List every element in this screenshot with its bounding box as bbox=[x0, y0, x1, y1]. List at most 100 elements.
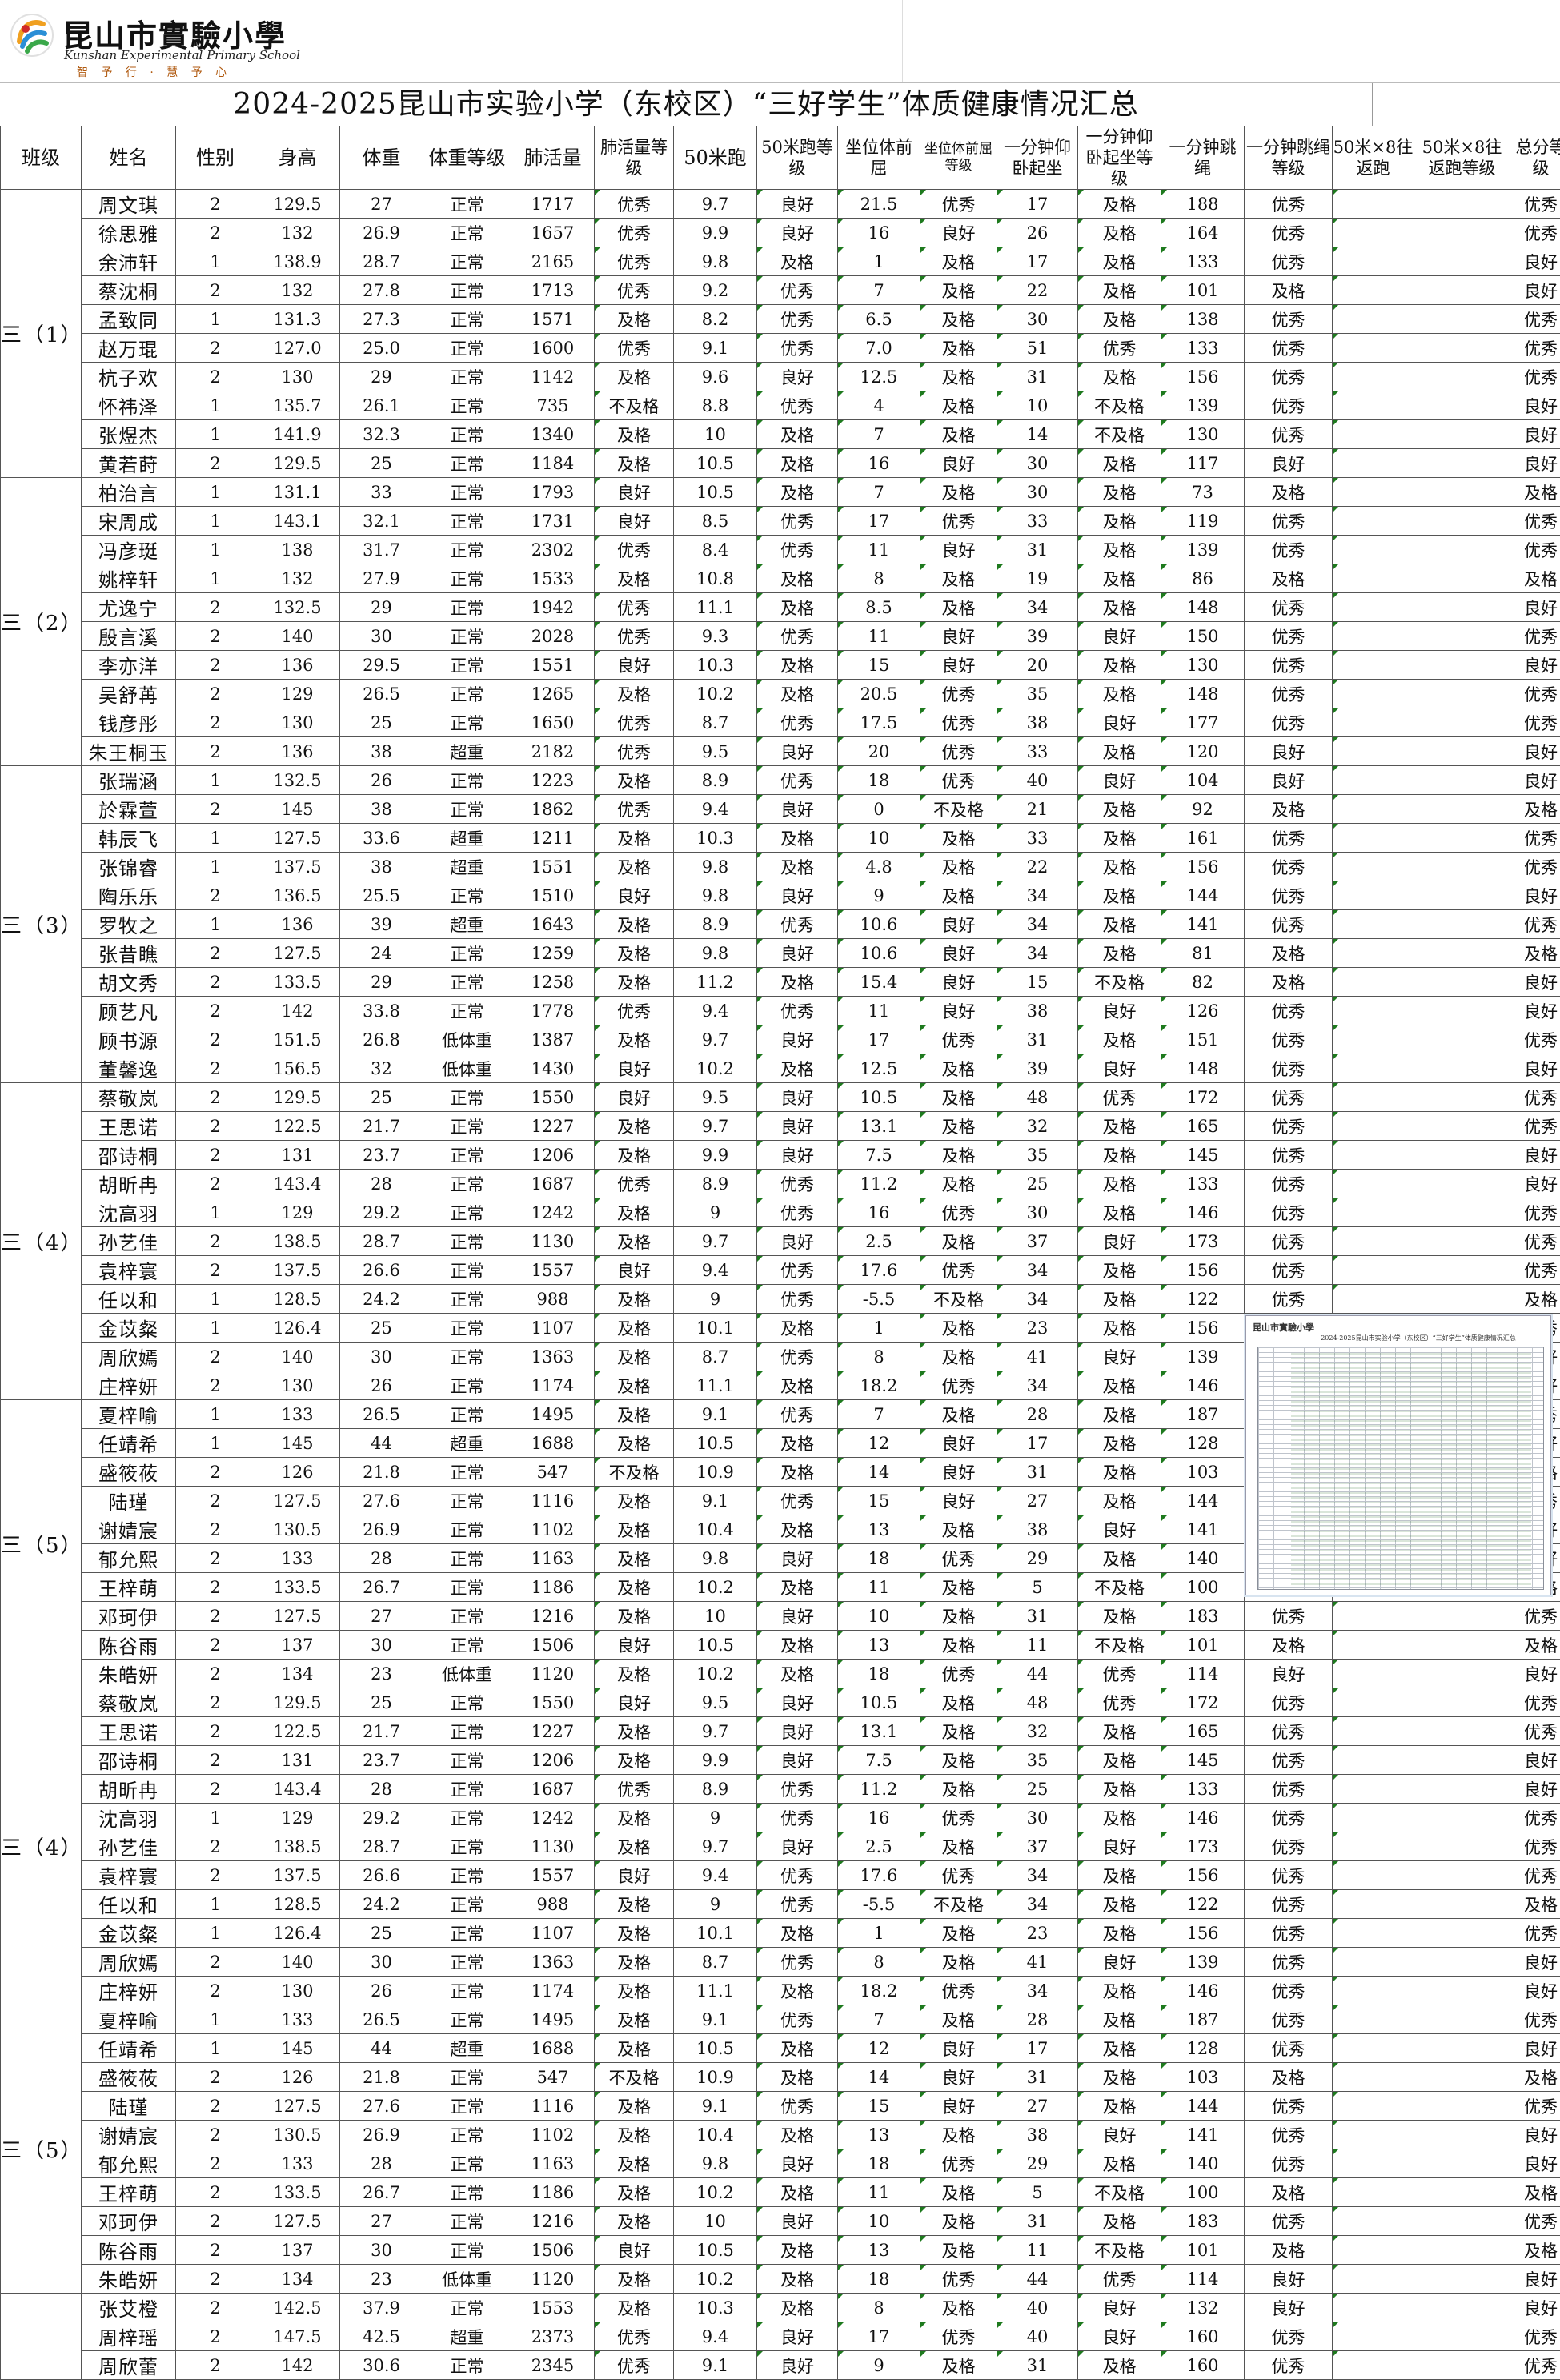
lung-grade-cell[interactable]: 优秀 bbox=[595, 2322, 674, 2351]
weight-cell[interactable]: 27.6 bbox=[340, 1487, 423, 1515]
run50-cell[interactable]: 10.9 bbox=[674, 1458, 757, 1487]
run50-grade-cell[interactable]: 及格 bbox=[757, 1573, 838, 1602]
shuttle-grade-cell[interactable] bbox=[1414, 478, 1510, 507]
title-row[interactable]: 2024-2025昆山市实验小学（东校区）“三好学生”体质健康情况汇总 bbox=[0, 83, 1560, 126]
jumprope-cell[interactable]: 144 bbox=[1161, 881, 1245, 910]
jumprope-grade-cell[interactable]: 优秀 bbox=[1245, 1832, 1333, 1861]
weight-grade-cell[interactable]: 正常 bbox=[423, 2005, 511, 2034]
shuttle-cell[interactable] bbox=[1333, 334, 1414, 363]
column-header-total-grade[interactable]: 总分等级 bbox=[1510, 126, 1560, 190]
lung-capacity-cell[interactable]: 1510 bbox=[511, 881, 595, 910]
jumprope-cell[interactable]: 145 bbox=[1161, 1746, 1245, 1775]
lung-capacity-cell[interactable]: 1102 bbox=[511, 1515, 595, 1544]
shuttle-cell[interactable] bbox=[1333, 1890, 1414, 1919]
sit-reach-cell[interactable]: 20.5 bbox=[838, 680, 920, 708]
lung-capacity-cell[interactable]: 1186 bbox=[511, 2178, 595, 2207]
height-cell[interactable]: 133.5 bbox=[255, 968, 340, 997]
shuttle-grade-cell[interactable] bbox=[1414, 1890, 1510, 1919]
lung-grade-cell[interactable]: 良好 bbox=[595, 2236, 674, 2265]
total-grade-cell[interactable]: 优秀 bbox=[1510, 1198, 1560, 1227]
situps-cell[interactable]: 23 bbox=[997, 1314, 1078, 1343]
sit-reach-grade-cell[interactable]: 良好 bbox=[920, 1458, 997, 1487]
run50-grade-cell[interactable]: 优秀 bbox=[757, 391, 838, 420]
weight-cell[interactable]: 26.1 bbox=[340, 391, 423, 420]
weight-grade-cell[interactable]: 正常 bbox=[423, 334, 511, 363]
situps-cell[interactable]: 30 bbox=[997, 449, 1078, 478]
weight-cell[interactable]: 28 bbox=[340, 1775, 423, 1804]
weight-grade-cell[interactable]: 正常 bbox=[423, 1285, 511, 1314]
sit-reach-grade-cell[interactable]: 优秀 bbox=[920, 2265, 997, 2294]
sit-reach-cell[interactable]: 13 bbox=[838, 2121, 920, 2149]
sheet-thumbnail[interactable]: 昆山市實驗小學 2024-2025昆山市实验小学（东校区）“三好学生”体质健康情… bbox=[1245, 1315, 1551, 1595]
sit-reach-cell[interactable]: 6.5 bbox=[838, 305, 920, 334]
weight-grade-cell[interactable]: 正常 bbox=[423, 2092, 511, 2121]
run50-grade-cell[interactable]: 及格 bbox=[757, 449, 838, 478]
sit-reach-cell[interactable]: 12.5 bbox=[838, 1054, 920, 1083]
lung-grade-cell[interactable]: 及格 bbox=[595, 2294, 674, 2322]
name-cell[interactable]: 袁梓寰 bbox=[82, 1861, 176, 1890]
shuttle-grade-cell[interactable] bbox=[1414, 939, 1510, 968]
total-grade-cell[interactable]: 良好 bbox=[1510, 247, 1560, 276]
lung-capacity-cell[interactable]: 1216 bbox=[511, 1602, 595, 1631]
run50-grade-cell[interactable]: 优秀 bbox=[757, 1948, 838, 1977]
situps-grade-cell[interactable]: 及格 bbox=[1078, 737, 1161, 766]
sit-reach-grade-cell[interactable]: 优秀 bbox=[920, 708, 997, 737]
sit-reach-grade-cell[interactable]: 及格 bbox=[920, 2121, 997, 2149]
sex-cell[interactable]: 1 bbox=[176, 1804, 255, 1832]
situps-grade-cell[interactable]: 及格 bbox=[1078, 305, 1161, 334]
situps-grade-cell[interactable]: 不及格 bbox=[1078, 420, 1161, 449]
name-cell[interactable]: 郁允熙 bbox=[82, 1544, 176, 1573]
height-cell[interactable]: 130 bbox=[255, 363, 340, 391]
shuttle-cell[interactable] bbox=[1333, 1717, 1414, 1746]
situps-cell[interactable]: 28 bbox=[997, 1400, 1078, 1429]
sex-cell[interactable]: 2 bbox=[176, 1573, 255, 1602]
shuttle-cell[interactable] bbox=[1333, 1227, 1414, 1256]
jumprope-grade-cell[interactable]: 优秀 bbox=[1245, 1141, 1333, 1170]
lung-capacity-cell[interactable]: 1174 bbox=[511, 1977, 595, 2005]
run50-grade-cell[interactable]: 优秀 bbox=[757, 1861, 838, 1890]
height-cell[interactable]: 130.5 bbox=[255, 2121, 340, 2149]
name-cell[interactable]: 余沛轩 bbox=[82, 247, 176, 276]
lung-grade-cell[interactable]: 及格 bbox=[595, 1227, 674, 1256]
jumprope-cell[interactable]: 146 bbox=[1161, 1804, 1245, 1832]
sex-cell[interactable]: 2 bbox=[176, 968, 255, 997]
sit-reach-cell[interactable]: 21.5 bbox=[838, 190, 920, 219]
sit-reach-cell[interactable]: 1 bbox=[838, 1919, 920, 1948]
shuttle-cell[interactable] bbox=[1333, 766, 1414, 795]
sex-cell[interactable]: 2 bbox=[176, 1343, 255, 1371]
sit-reach-grade-cell[interactable]: 优秀 bbox=[920, 1256, 997, 1285]
situps-cell[interactable]: 34 bbox=[997, 1977, 1078, 2005]
shuttle-cell[interactable] bbox=[1333, 1746, 1414, 1775]
sit-reach-cell[interactable]: 15 bbox=[838, 2092, 920, 2121]
run50-cell[interactable]: 9.1 bbox=[674, 1487, 757, 1515]
weight-cell[interactable]: 29.5 bbox=[340, 651, 423, 680]
situps-cell[interactable]: 34 bbox=[997, 1890, 1078, 1919]
lung-grade-cell[interactable]: 及格 bbox=[595, 1660, 674, 1688]
run50-grade-cell[interactable]: 优秀 bbox=[757, 1170, 838, 1198]
jumprope-cell[interactable]: 183 bbox=[1161, 2207, 1245, 2236]
name-cell[interactable]: 夏梓喻 bbox=[82, 1400, 176, 1429]
weight-grade-cell[interactable]: 正常 bbox=[423, 305, 511, 334]
shuttle-grade-cell[interactable] bbox=[1414, 2149, 1510, 2178]
lung-grade-cell[interactable]: 优秀 bbox=[595, 247, 674, 276]
name-cell[interactable]: 柏治言 bbox=[82, 478, 176, 507]
lung-grade-cell[interactable]: 不及格 bbox=[595, 391, 674, 420]
run50-grade-cell[interactable]: 良好 bbox=[757, 1025, 838, 1054]
sit-reach-cell[interactable]: 13 bbox=[838, 1631, 920, 1660]
height-cell[interactable]: 142 bbox=[255, 997, 340, 1025]
lung-capacity-cell[interactable]: 1242 bbox=[511, 1198, 595, 1227]
height-cell[interactable]: 127.5 bbox=[255, 824, 340, 853]
shuttle-cell[interactable] bbox=[1333, 1919, 1414, 1948]
run50-cell[interactable]: 9.4 bbox=[674, 795, 757, 824]
situps-grade-cell[interactable]: 良好 bbox=[1078, 622, 1161, 651]
sit-reach-grade-cell[interactable]: 良好 bbox=[920, 2034, 997, 2063]
sit-reach-grade-cell[interactable]: 优秀 bbox=[920, 766, 997, 795]
run50-cell[interactable]: 9.5 bbox=[674, 737, 757, 766]
shuttle-cell[interactable] bbox=[1333, 247, 1414, 276]
sex-cell[interactable]: 2 bbox=[176, 1717, 255, 1746]
shuttle-grade-cell[interactable] bbox=[1414, 1198, 1510, 1227]
sit-reach-cell[interactable]: 7 bbox=[838, 1400, 920, 1429]
situps-cell[interactable]: 34 bbox=[997, 593, 1078, 622]
run50-grade-cell[interactable]: 优秀 bbox=[757, 1775, 838, 1804]
weight-cell[interactable]: 23.7 bbox=[340, 1746, 423, 1775]
